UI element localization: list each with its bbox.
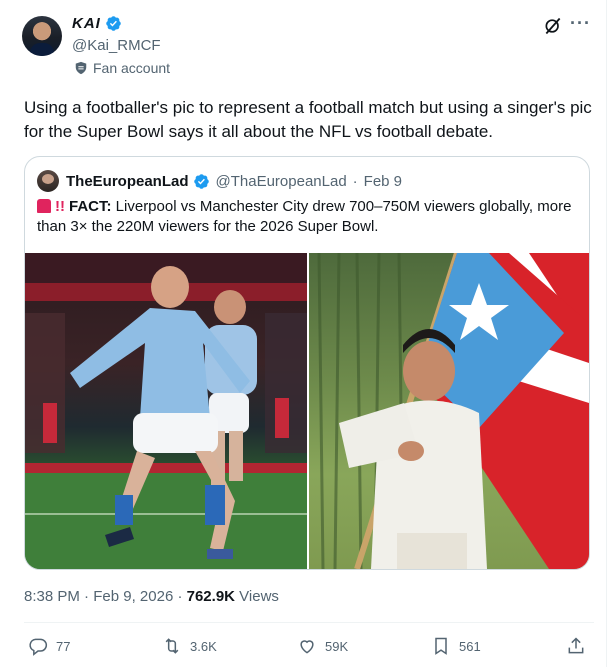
quoted-tweet[interactable]: TheEuropeanLad @ThaEuropeanLad · Feb 9 !… [24,156,590,570]
tweet-container: KAI @Kai_RMCF Fan account ··· Using a fo… [0,0,607,667]
meta-separator: · [84,588,90,605]
football-celebration-illustration [25,253,307,569]
quoted-tweet-text: !! FACT: Liverpool vs Manchester City dre… [37,197,577,237]
singer-flag-illustration [317,253,589,569]
siren-icon [37,199,51,213]
quoted-author-handle[interactable]: @ThaEuropeanLad [216,173,347,190]
double-exclamation: !! [55,198,65,215]
like-count: 59K [325,638,349,654]
quoted-date[interactable]: Feb 9 [364,173,402,190]
bookmark-count: 561 [459,638,481,654]
fan-badge-icon [75,61,87,75]
quoted-separator: · [352,172,358,190]
like-icon [300,640,314,654]
like-button[interactable]: 59K [297,636,348,656]
views-label: Views [239,588,279,605]
more-icon[interactable]: ··· [570,13,591,34]
meta-separator: · [177,588,183,605]
bookmark-icon [435,637,447,655]
share-icon [568,637,584,654]
tweet-meta: 8:38 PM · Feb 9, 2026 · 762.9K Views [24,588,279,605]
verified-badge-icon[interactable] [105,15,122,32]
author-handle[interactable]: @Kai_RMCF [72,37,161,54]
bookmark-button[interactable]: 561 [431,636,481,656]
verified-badge-icon [193,173,209,189]
author-avatar[interactable] [22,16,62,56]
tweet-text: Using a footballer's pic to represent a … [24,98,592,141]
fact-text: Liverpool vs Manchester City drew 700–75… [37,198,572,235]
grok-icon[interactable] [543,16,563,36]
reply-button[interactable]: 77 [28,636,70,656]
reply-count: 77 [56,638,71,654]
tweet-date[interactable]: Feb 9, 2026 [93,588,173,605]
repost-button[interactable]: 3.6K [162,636,217,656]
football-celebration-photo[interactable] [25,253,307,569]
share-button[interactable] [566,636,586,656]
divider [24,622,594,623]
tweet-time[interactable]: 8:38 PM [24,588,80,605]
quoted-author-avatar[interactable] [37,170,59,192]
fan-account-label: Fan account [74,60,170,76]
fact-label: FACT: [69,198,112,215]
repost-icon [165,638,179,654]
fan-account-text: Fan account [93,60,171,76]
repost-count: 3.6K [190,638,217,654]
author-name-row: KAI [72,15,122,32]
quoted-tweet-header: TheEuropeanLad @ThaEuropeanLad · Feb 9 [37,170,402,192]
quoted-author-name[interactable]: TheEuropeanLad [66,173,189,190]
author-display-name[interactable]: KAI [72,15,101,32]
action-bar: 77 3.6K 59K 561 [0,636,606,662]
reply-icon [29,638,48,656]
singer-with-flag-photo[interactable] [309,253,589,569]
views-count: 762.9K [186,588,235,605]
